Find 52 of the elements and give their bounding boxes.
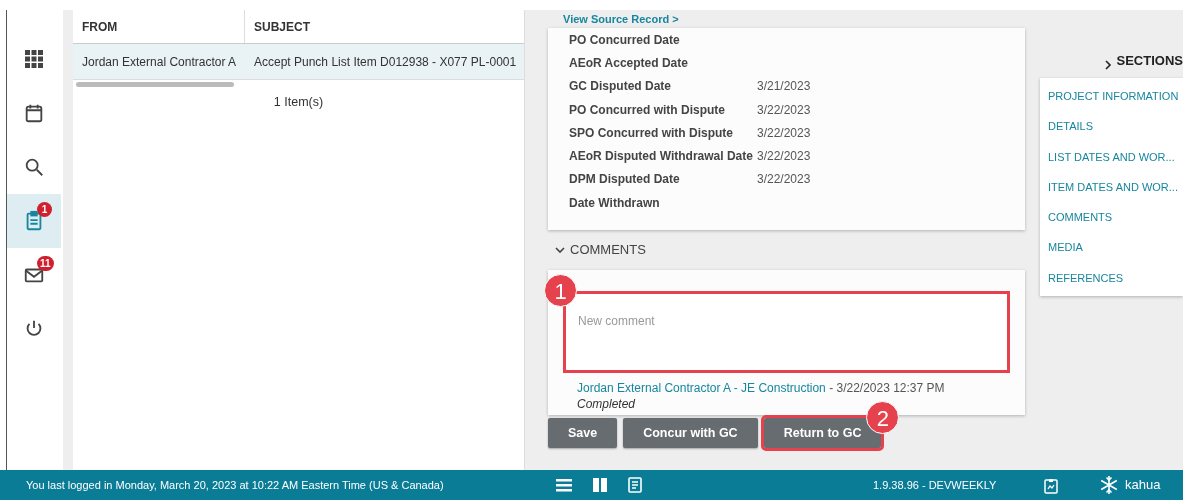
section-link[interactable]: ITEM DATES AND WOR... (1048, 171, 1183, 203)
section-link[interactable]: MEDIA (1048, 232, 1183, 263)
section-link[interactable]: COMMENTS (1048, 202, 1183, 233)
sidebar-item[interactable]: 11 (7, 248, 61, 302)
snowflake-logo-icon (1099, 475, 1119, 495)
section-link[interactable]: REFERENCES (1048, 262, 1183, 294)
sections-heading: SECTIONS (1116, 51, 1183, 70)
search-icon (23, 156, 45, 178)
view-source-link[interactable]: View Source Record > (548, 10, 679, 25)
field-label: PO Concurred with Dispute (569, 101, 726, 119)
field-label: AEoR Disputed Withdrawal Date (569, 148, 754, 166)
columns-view-icon[interactable] (592, 477, 608, 493)
chevron-icon (1103, 60, 1113, 70)
comment-text: Completed (577, 396, 637, 413)
last-login-text: You last logged in Monday, March 20, 2023 at 10:22 AM Eastern Time (US & Canada) (25, 477, 445, 493)
list-view-icon[interactable] (556, 478, 572, 492)
chevron-icon (554, 244, 566, 256)
version-text: 1.9.38.96 - DEVWEEKLY (873, 477, 998, 493)
calendar-icon (23, 102, 45, 124)
comment-author-link[interactable]: Jordan External Contractor A - JE Construction (577, 381, 826, 395)
action-button[interactable]: Concur with GC (623, 418, 758, 448)
field-value: 3/22/2023 (757, 171, 811, 189)
column-header: FROM (73, 10, 245, 43)
section-link[interactable]: PROJECT INFORMATION (1048, 81, 1183, 112)
comment-timestamp: - 3/22/2023 12:37 PM (829, 381, 945, 395)
item-count: 1 Item(s) (272, 94, 325, 111)
count-badge: 11 (37, 256, 54, 271)
table-cell-text: Jordan External Contractor A (82, 53, 237, 71)
field-label: PO Concurred Date (569, 31, 681, 49)
callout-number: 1 (544, 274, 577, 307)
field-value: 3/22/2023 (757, 148, 811, 166)
column-header: SUBJECT (253, 18, 311, 36)
comments-toggle[interactable]: COMMENTS (548, 230, 1025, 270)
brand-name: kahua (1125, 476, 1161, 495)
field-label: Date Withdrawn (569, 194, 661, 212)
table-row[interactable]: Jordan External Contractor A Accept Punch List Item D012938 - X077 PL-0001 (73, 44, 524, 80)
field-value: 3/22/2023 (757, 101, 811, 119)
action-button[interactable]: Save (548, 418, 618, 448)
scrollbar-thumb[interactable] (76, 82, 234, 87)
document-view-icon[interactable] (628, 477, 642, 493)
table-cell-text: Accept Punch List Item D012938 - X077 PL-0001 (254, 53, 517, 71)
section-link[interactable]: DETAILS (1048, 111, 1183, 142)
section-link[interactable]: LIST DATES AND WOR... (1048, 141, 1183, 172)
apps-grid-icon (25, 50, 43, 68)
count-badge: 1 (37, 202, 52, 217)
field-label: GC Disputed Date (569, 78, 672, 96)
field-value: 3/22/2023 (757, 124, 811, 142)
field-label: AEoR Accepted Date (569, 54, 689, 72)
sidebar-item[interactable]: 1 (7, 194, 61, 248)
field-label: DPM Disputed Date (569, 171, 681, 189)
field-label: SPO Concurred with Dispute (569, 124, 734, 142)
field-value: 3/21/2023 (757, 78, 811, 96)
